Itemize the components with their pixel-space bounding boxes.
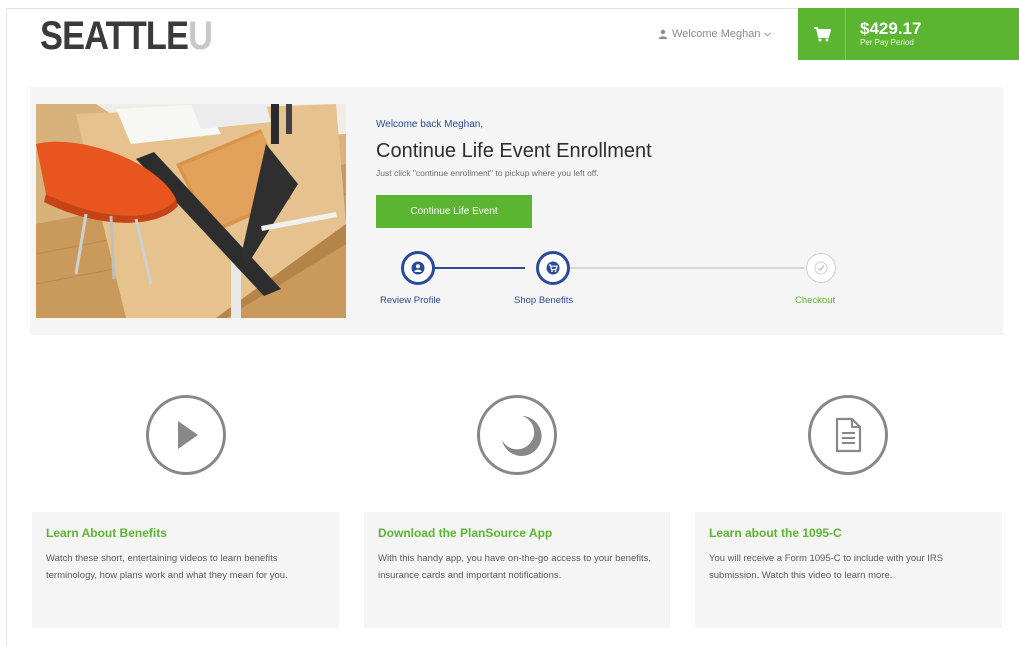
continue-life-event-button[interactable]: Continue Life Event: [376, 195, 532, 228]
form-1095c-button[interactable]: [808, 395, 888, 475]
enrollment-content: Welcome back Meghan, Continue Life Event…: [376, 119, 976, 228]
document-icon: [835, 417, 862, 453]
enrollment-panel: Welcome back Meghan, Continue Life Event…: [30, 87, 1003, 335]
app-icon: [502, 416, 542, 456]
step-shop-benefits[interactable]: [536, 251, 570, 285]
card-title-plansource-app[interactable]: Download the PlanSource App: [378, 526, 656, 540]
cart-icon: [813, 27, 831, 42]
header: SEATTLEU Welcome Meghan $429.17 Per Pay …: [0, 0, 1019, 62]
enrollment-progress: Review Profile Shop Benefits Checkout: [376, 247, 856, 307]
progress-track-remaining: [566, 267, 804, 269]
card-1095c: Learn about the 1095-C You will receive …: [695, 512, 1002, 628]
checkmark-icon: [814, 261, 828, 275]
card-learn-benefits: Learn About Benefits Watch these short, …: [32, 512, 339, 628]
cart-icon: [546, 261, 560, 275]
card-text-plansource-app: With this handy app, you have on-the-go …: [378, 553, 652, 581]
cart-summary[interactable]: $429.17 Per Pay Period: [798, 8, 1019, 60]
cart-period: Per Pay Period: [860, 38, 914, 47]
step-label-review-profile[interactable]: Review Profile: [380, 295, 441, 306]
cart-button[interactable]: [798, 8, 846, 60]
card-text-learn-benefits: Watch these short, entertaining videos t…: [46, 553, 288, 581]
user-icon: [411, 261, 425, 275]
welcome-text: Welcome Meghan: [672, 28, 761, 40]
step-checkout[interactable]: [806, 253, 836, 283]
cart-amount: $429.17: [860, 19, 922, 38]
hero-image: [36, 104, 346, 318]
enrollment-subtitle: Just click "continue enrollment" to pick…: [376, 168, 599, 178]
play-video-button[interactable]: [146, 395, 226, 475]
card-title-learn-benefits[interactable]: Learn About Benefits: [46, 526, 325, 540]
card-plansource-app: Download the PlanSource App With this ha…: [364, 512, 670, 628]
step-label-checkout[interactable]: Checkout: [795, 295, 835, 306]
user-icon: [658, 29, 668, 39]
enrollment-title: Continue Life Event Enrollment: [376, 140, 652, 162]
chevron-down-icon: [764, 31, 772, 37]
card-text-1095c: You will receive a Form 1095-C to includ…: [709, 553, 944, 581]
step-review-profile[interactable]: [401, 251, 435, 285]
step-label-shop-benefits[interactable]: Shop Benefits: [514, 295, 573, 306]
user-menu[interactable]: Welcome Meghan: [658, 28, 772, 40]
welcome-back-text: Welcome back Meghan,: [376, 119, 484, 130]
logo[interactable]: SEATTLEU: [40, 14, 213, 58]
cart-total: $429.17 Per Pay Period: [846, 20, 921, 48]
play-icon: [178, 421, 198, 449]
app-download-button[interactable]: [477, 395, 557, 475]
card-title-1095c[interactable]: Learn about the 1095-C: [709, 526, 988, 540]
